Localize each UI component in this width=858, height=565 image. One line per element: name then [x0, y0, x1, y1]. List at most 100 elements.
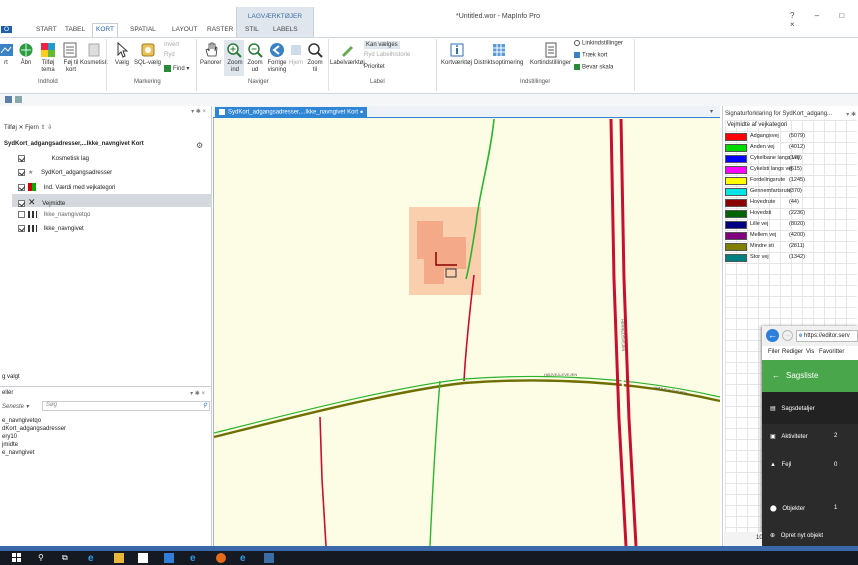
- sql-select-button[interactable]: SQL-vælg: [134, 42, 161, 66]
- layer-checkbox[interactable]: [18, 225, 25, 232]
- panel-controls[interactable]: ▾ ✱: [846, 111, 856, 118]
- select-button[interactable]: Vælg: [114, 42, 130, 66]
- mail-icon[interactable]: [164, 553, 174, 563]
- cosmetic-button[interactable]: Kosmetisk: [80, 42, 108, 66]
- priority-button[interactable]: Prioritet: [364, 64, 385, 70]
- close-icon[interactable]: ●: [360, 110, 364, 116]
- home-button[interactable]: Hjem: [288, 42, 304, 66]
- forward-icon[interactable]: →: [782, 330, 793, 341]
- layer-row-selected[interactable]: ✕ Vejmidte: [18, 197, 65, 208]
- find-button[interactable]: Find ▾: [164, 65, 189, 72]
- link-settings-button[interactable]: Linkindstillinger: [574, 40, 623, 47]
- table-search-input[interactable]: Søg ⚲: [42, 401, 210, 411]
- browser-address-bar[interactable]: e https://editor.serv: [796, 330, 858, 342]
- zoom-in-button[interactable]: Zoom ind: [224, 40, 244, 76]
- tab-layout[interactable]: LAYOUT: [172, 26, 198, 33]
- tab-start[interactable]: START: [36, 26, 57, 33]
- menu-view[interactable]: Vis: [806, 349, 814, 355]
- search-icon[interactable]: ⚲: [38, 553, 48, 563]
- tab-labels[interactable]: LABELS: [273, 26, 298, 33]
- clear-label-history-button[interactable]: Ryd Labelhistorie: [364, 52, 410, 58]
- tab-stil[interactable]: STIL: [245, 26, 259, 33]
- tab-list-dropdown[interactable]: ▾: [710, 108, 713, 115]
- menu-item-activities[interactable]: ▣ Aktiviteter 2: [770, 433, 837, 440]
- district-optimization-button[interactable]: Distriktsoptimering: [474, 42, 523, 66]
- tab-tabel[interactable]: TABEL: [65, 26, 85, 33]
- pin-icon[interactable]: ▾ ✱ ×: [191, 108, 206, 115]
- qat-icon[interactable]: [15, 96, 22, 103]
- layer-row[interactable]: ★ SydKort_adgangsadresser: [18, 169, 112, 176]
- mapinfo-taskbar-icon[interactable]: [264, 553, 274, 563]
- map-tool-button[interactable]: Kortværktøj: [441, 42, 472, 66]
- pan-button[interactable]: Panorer: [200, 42, 221, 66]
- selectable-button[interactable]: Kan vælges: [364, 41, 400, 49]
- file-explorer-icon[interactable]: [114, 553, 124, 563]
- map-canvas[interactable]: HØJVEJLEVEJEN HØJVEJLEVEJEN HERREDSVEJEN: [214, 119, 720, 546]
- search-icon[interactable]: ⚲: [203, 402, 207, 409]
- road-green-lower: [429, 380, 441, 546]
- invert-button[interactable]: Invert: [164, 42, 179, 48]
- layer-row[interactable]: Ikke_navngivet: [18, 225, 84, 232]
- road-horizontal-olive: [214, 379, 720, 439]
- menu-item-create-object[interactable]: ⊕ Opret nyt objekt: [770, 532, 823, 539]
- ie-taskbar-icon[interactable]: e: [190, 553, 200, 564]
- back-icon[interactable]: ←: [766, 329, 779, 342]
- layer-checkbox[interactable]: [18, 199, 25, 207]
- layer-checkbox[interactable]: [18, 183, 25, 191]
- zoom-out-button[interactable]: Zoom ud: [245, 42, 265, 74]
- edge-icon[interactable]: e: [88, 553, 98, 564]
- layer-row[interactable]: Ind. Værdi med vejkategori: [18, 183, 115, 191]
- layer-checkbox[interactable]: [18, 211, 25, 218]
- menu-item-objects[interactable]: ⬤ Objekter 1: [770, 505, 837, 512]
- windows-start-icon[interactable]: [12, 553, 22, 563]
- menu-edit[interactable]: Rediger: [782, 349, 803, 355]
- map-node-icon[interactable]: ⚙: [196, 141, 203, 150]
- keep-scale-icon: [574, 64, 580, 70]
- firefox-icon[interactable]: [216, 553, 226, 563]
- legend-item: Cykelsti langs vej (615): [725, 165, 811, 176]
- layer-toolbar[interactable]: Tilføj ✕ Fjern ⇧ ⇩: [4, 124, 52, 131]
- case-menu: ▤ Sagsdetaljer ▣ Aktiviteter 2 ▲ Fejl 0 ⬤ …: [762, 392, 858, 562]
- group-naviger-label: Naviger: [248, 79, 269, 85]
- map-settings-button[interactable]: Kortindstillinger: [530, 42, 571, 66]
- layer-checkbox[interactable]: [18, 169, 25, 176]
- panel-controls[interactable]: ▾ ✱ ×: [190, 390, 205, 397]
- map-tab[interactable]: SydKort_adgangsadresser,...Ikke_navngive…: [215, 107, 368, 118]
- map-node-title[interactable]: SydKort_adgangsadresser,...Ikke_navngive…: [4, 141, 144, 147]
- clear-button[interactable]: Ryd: [164, 52, 175, 58]
- zoom-to-button[interactable]: Zoom til: [306, 42, 324, 74]
- keep-scale-button[interactable]: Bevar skala: [574, 64, 613, 71]
- tab-spatial[interactable]: SPATIAL: [130, 26, 156, 33]
- menu-favorites[interactable]: Favoritter: [819, 349, 844, 355]
- back-arrow-icon[interactable]: ←: [772, 371, 780, 380]
- filter-dropdown[interactable]: Seneste ▾: [2, 403, 29, 410]
- table-list-item[interactable]: e_navngivet: [2, 450, 34, 456]
- document-icon: ▤: [770, 406, 776, 412]
- ribbon-button-partial[interactable]: rt: [0, 42, 14, 66]
- qat-icon[interactable]: [5, 96, 12, 103]
- previous-view-button[interactable]: Forrige visning: [264, 42, 290, 74]
- table-list-item[interactable]: dKort_adgangsadresser: [2, 426, 66, 432]
- tab-file[interactable]: O: [1, 26, 13, 33]
- ie-active-icon[interactable]: e: [240, 553, 250, 564]
- label-tool-button[interactable]: Labelværktøj: [330, 42, 365, 66]
- table-list-item[interactable]: jmidte: [2, 442, 18, 448]
- menu-item-case-details[interactable]: ▤ Sagsdetaljer: [770, 405, 815, 412]
- table-list-item[interactable]: ery10: [2, 434, 17, 440]
- drag-map-button[interactable]: Træk kort: [574, 52, 607, 59]
- tab-raster[interactable]: RASTER: [207, 26, 233, 33]
- open-button[interactable]: Åbn: [18, 42, 34, 66]
- add-theme-button[interactable]: Tilføj tema: [37, 42, 59, 74]
- find-icon: [164, 65, 171, 72]
- menu-file[interactable]: Filer: [768, 349, 780, 355]
- layer-row[interactable]: Kosmetisk lag: [18, 155, 89, 162]
- tab-kort[interactable]: KORT: [92, 23, 118, 37]
- layer-checkbox[interactable]: [18, 155, 25, 162]
- task-view-icon[interactable]: ⧉: [62, 553, 72, 563]
- layer-row[interactable]: Ikke_navngivetqo: [18, 211, 90, 218]
- menu-item-errors[interactable]: ▲ Fejl 0: [770, 462, 837, 468]
- store-icon[interactable]: [138, 553, 148, 563]
- home-icon: [291, 45, 301, 55]
- add-to-map-button[interactable]: Føj til kort: [60, 42, 80, 74]
- table-list-item[interactable]: e_navngivetqo: [2, 418, 41, 424]
